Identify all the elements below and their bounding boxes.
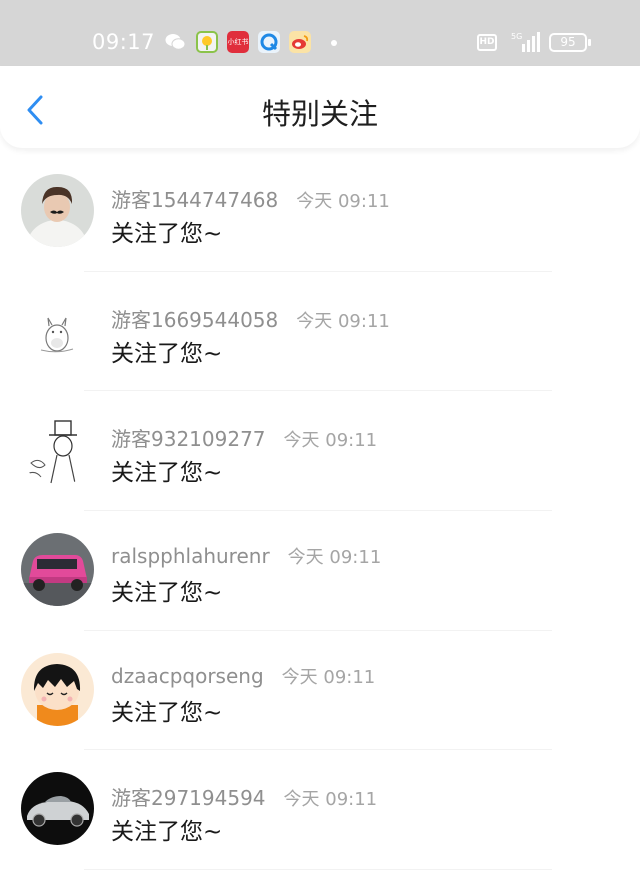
list-item[interactable]: 游客932109277 今天 09:11 关注了您~: [0, 391, 640, 512]
list-item[interactable]: 游客297194594 今天 09:11 关注了您~: [0, 750, 640, 871]
user-name-text: 游客1669544058: [111, 307, 279, 332]
browser-icon: [258, 31, 280, 53]
follow-list: 游客1544747468 今天 09:11 关注了您~ 游客1669544058 今…: [0, 152, 640, 871]
message-text: 关注了您~: [111, 221, 223, 247]
user-name-text: 游客297194594: [111, 786, 266, 811]
avatar[interactable]: [21, 772, 94, 846]
list-item[interactable]: dzaacpqorseng 今天 09:11 关注了您~: [0, 631, 640, 751]
avatar[interactable]: [21, 533, 94, 607]
user-name: 游客297194594 今天 09:11: [111, 782, 377, 811]
user-name: 游客932109277 今天 09:11: [111, 423, 377, 452]
avatar[interactable]: [21, 652, 94, 726]
status-time: 09:17: [92, 30, 156, 54]
user-name: ralspphlahurenr 今天 09:11: [111, 543, 381, 569]
list-item[interactable]: 游客1669544058 今天 09:11 关注了您~: [0, 272, 640, 392]
weibo-icon: [289, 31, 311, 53]
message-text: 关注了您~: [111, 580, 223, 607]
app-icon: [196, 31, 218, 53]
user-name: dzaacpqorseng 今天 09:11: [111, 663, 375, 689]
nav-bar: 特别关注: [0, 66, 640, 148]
wechat-icon: [164, 31, 186, 53]
avatar[interactable]: [21, 413, 94, 487]
battery-icon: 95: [549, 33, 591, 52]
message-text: 关注了您~: [111, 699, 223, 726]
network-label: 5G: [511, 32, 522, 41]
message-text: 关注了您~: [111, 819, 223, 846]
list-item[interactable]: ralspphlahurenr 今天 09:11 关注了您~: [0, 511, 640, 631]
timestamp: 今天 09:11: [283, 430, 378, 452]
timestamp: 今天 09:11: [287, 547, 382, 569]
user-name-text: ralspphlahurenr: [111, 544, 270, 569]
avatar[interactable]: [21, 174, 94, 247]
user-name-text: 游客932109277: [111, 427, 266, 452]
message-text: 关注了您~: [111, 460, 223, 487]
avatar[interactable]: [21, 293, 94, 367]
timestamp: 今天 09:11: [283, 789, 378, 811]
user-name-text: dzaacpqorseng: [111, 663, 264, 688]
xiaohongshu-icon: 小红书: [227, 31, 249, 53]
status-bar: 09:17 小红书 HD 5G 95: [0, 0, 640, 66]
list-item[interactable]: 游客1544747468 今天 09:11 关注了您~: [0, 152, 640, 272]
signal-icon: 5G: [510, 30, 540, 54]
user-name-text: 游客1544747468: [111, 188, 279, 212]
user-name: 游客1544747468 今天 09:11: [111, 184, 390, 213]
timestamp: 今天 09:11: [281, 666, 376, 688]
timestamp: 今天 09:11: [296, 310, 390, 332]
hd-indicator: HD: [477, 34, 497, 51]
timestamp: 今天 09:11: [296, 191, 390, 212]
page-title: 特别关注: [261, 97, 378, 131]
divider: [84, 869, 552, 871]
message-text: 关注了您~: [111, 340, 223, 367]
user-name: 游客1669544058 今天 09:11: [111, 304, 390, 333]
notification-dot: [331, 40, 337, 46]
